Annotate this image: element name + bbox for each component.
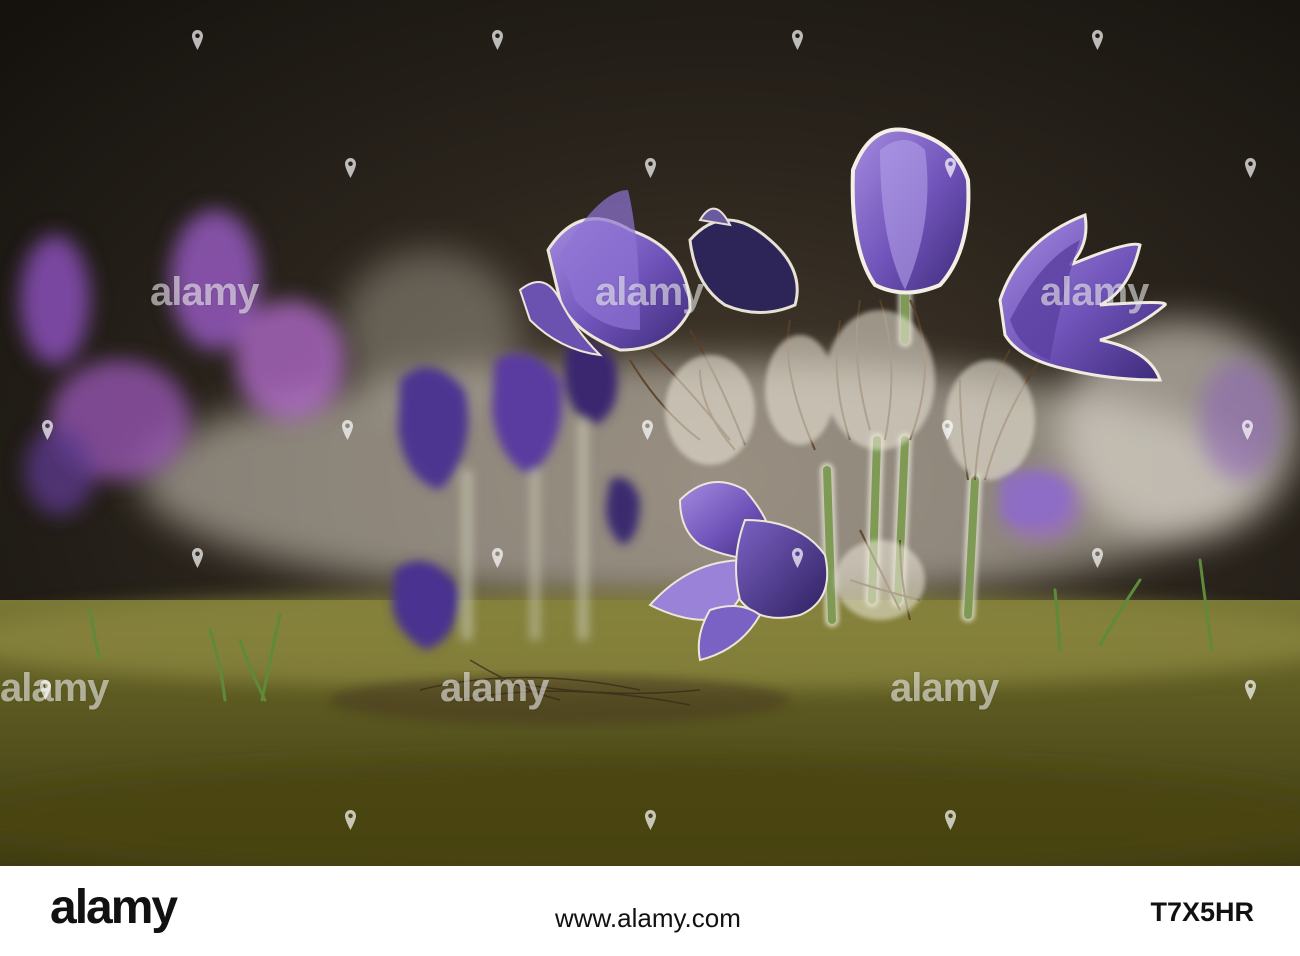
image-id: T7X5HR — [1150, 897, 1254, 927]
footer-url: www.alamy.com — [555, 903, 741, 933]
alamy-logo: alamy — [50, 881, 178, 934]
image-stage: alamy alamy alamy alamy alamy alamy alam… — [0, 0, 1300, 956]
flower-photo — [0, 0, 1300, 866]
